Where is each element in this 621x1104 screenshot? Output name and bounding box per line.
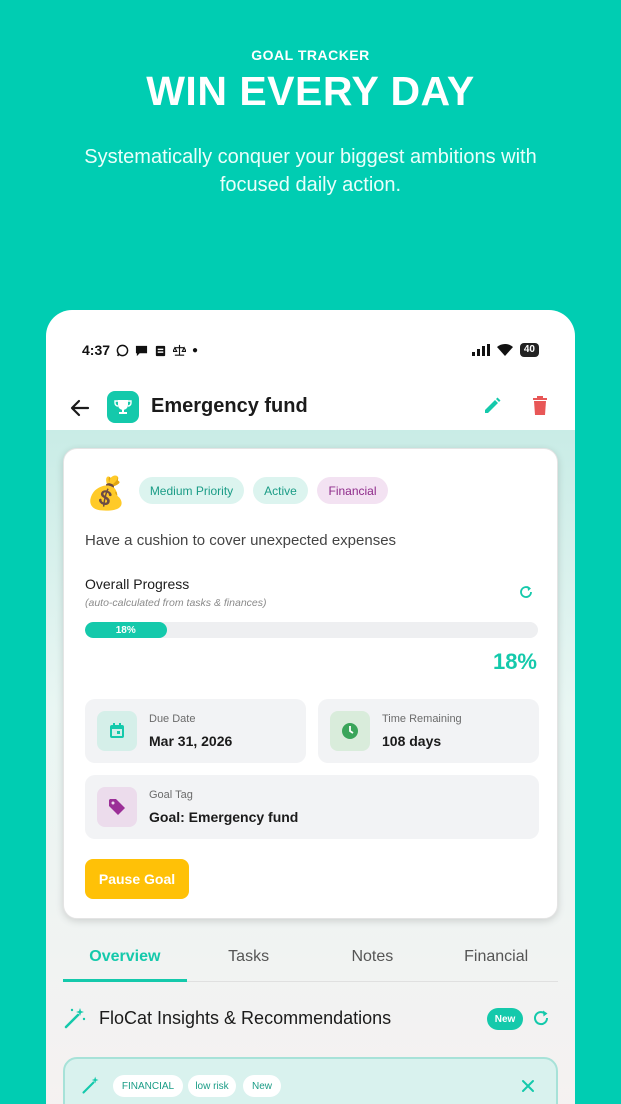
- tab-overview[interactable]: Overview: [63, 942, 187, 982]
- insights-title: FloCat Insights & Recommendations: [99, 1008, 392, 1028]
- goal-tag-value: Goal: Emergency fund: [149, 809, 299, 825]
- category-chip: Financial: [317, 477, 388, 504]
- goal-tag-label: Goal Tag: [149, 789, 193, 801]
- tab-tasks[interactable]: Tasks: [187, 942, 311, 981]
- time-remaining-value: 108 days: [382, 733, 442, 749]
- status-time: 4:37: [82, 342, 111, 358]
- insight-new-chip: New: [243, 1075, 281, 1097]
- page-title: Emergency fund: [151, 395, 308, 417]
- goal-description: Have a cushion to cover unexpected expen…: [85, 532, 397, 549]
- clipboard-icon: [155, 345, 166, 356]
- goal-tag-tile: Goal Tag Goal: Emergency fund: [85, 775, 539, 839]
- wifi-icon: [496, 343, 513, 356]
- status-bar: 4:37 ● 40: [82, 340, 539, 360]
- time-remaining-tile: Time Remaining 108 days: [318, 699, 539, 763]
- battery-icon: 40: [519, 343, 539, 357]
- progress-note: (auto-calculated from tasks & finances): [85, 597, 267, 609]
- magic-wand-icon: [82, 1076, 99, 1094]
- tab-bar: Overview Tasks Notes Financial: [63, 942, 558, 982]
- due-date-tile: Due Date Mar 31, 2026: [85, 699, 306, 763]
- progress-title: Overall Progress: [85, 576, 190, 592]
- progress-percent: 18%: [492, 649, 537, 674]
- edit-icon[interactable]: [482, 396, 502, 416]
- whatsapp-icon: [116, 344, 129, 356]
- progress-bar-fill: 18%: [85, 622, 167, 638]
- insight-card: FINANCIAL low risk New: [63, 1057, 558, 1104]
- signal-icon: [471, 344, 490, 356]
- due-date-label: Due Date: [149, 713, 196, 725]
- phone-screen: 4:37 ● 40 Emergency fund 💰 Medium Priori…: [46, 310, 575, 1104]
- insights-header: FloCat Insights & Recommendations New: [63, 1004, 558, 1034]
- status-chip: Active: [253, 477, 308, 504]
- insight-category-chip: FINANCIAL: [113, 1075, 183, 1097]
- time-remaining-label: Time Remaining: [382, 713, 462, 725]
- refresh-insights-icon[interactable]: [531, 1008, 551, 1028]
- tab-financial[interactable]: Financial: [434, 942, 558, 981]
- pause-goal-button[interactable]: Pause Goal: [85, 859, 189, 899]
- due-date-value: Mar 31, 2026: [149, 733, 233, 749]
- money-bag-icon: 💰: [86, 475, 126, 511]
- trophy-icon: [107, 391, 139, 423]
- magic-wand-icon: [64, 1008, 86, 1029]
- insight-risk-chip: low risk: [188, 1075, 236, 1097]
- chat-icon: [135, 345, 148, 356]
- promo-eyebrow: GOAL TRACKER: [251, 47, 370, 63]
- clock-icon: [330, 711, 370, 751]
- tag-icon: [97, 787, 137, 827]
- delete-icon[interactable]: [531, 396, 549, 416]
- back-arrow-icon[interactable]: [68, 396, 92, 420]
- calendar-icon: [97, 711, 137, 751]
- priority-chip: Medium Priority: [139, 477, 244, 504]
- close-icon[interactable]: [521, 1079, 535, 1093]
- promo-subtitle: Systematically conquer your biggest ambi…: [84, 146, 537, 196]
- scale-icon: [173, 344, 187, 356]
- new-badge: New: [487, 1008, 523, 1030]
- refresh-icon[interactable]: [518, 584, 534, 600]
- promo-title: WIN EVERY DAY: [146, 68, 475, 114]
- dot-icon: ●: [192, 344, 199, 356]
- goal-summary-card: 💰 Medium Priority Active Financial Have …: [63, 448, 558, 919]
- tab-notes[interactable]: Notes: [311, 942, 435, 981]
- app-bar: Emergency fund: [46, 388, 575, 428]
- progress-bar: 18%: [85, 622, 538, 638]
